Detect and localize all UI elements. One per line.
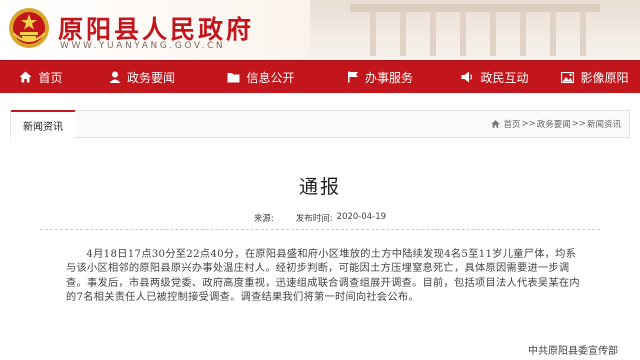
nav-item-label: 影像原阳 (580, 70, 629, 85)
site-header: 原阳县人民政府 WWW.YUANYANG.GOV.CN (0, 0, 640, 60)
section-bar: 新闻资讯 首页 >> 政务要闻 >> 新闻资讯 (10, 110, 630, 138)
nav-item-home[interactable]: 首页 (0, 61, 82, 93)
article-meta: 来源: 发布时间: 2020-04-19 (0, 212, 640, 226)
flag-icon (347, 71, 359, 83)
article-body: 4月18日17点30分至22点40分，在原阳县盛和府小区堆放的土方中陆续发现4名… (66, 249, 580, 303)
header-building-image (310, 0, 640, 60)
date-value: 2020-04-19 (336, 212, 387, 222)
folder-icon (227, 72, 240, 83)
nav-item-label: 政民互动 (480, 70, 529, 85)
breadcrumb-link-news[interactable]: 政务要闻 (537, 118, 571, 130)
source-label: 来源: (253, 214, 274, 224)
section-tab-news[interactable]: 新闻资讯 (11, 110, 75, 138)
nav-item-gallery[interactable]: 影像原阳 (550, 61, 640, 93)
breadcrumb-link-home[interactable]: 首页 (503, 118, 520, 130)
nav-item-label: 信息公开 (246, 70, 295, 85)
site-url: WWW.YUANYANG.GOV.CN (60, 41, 226, 51)
article-title: 通报 (298, 176, 341, 198)
breadcrumb-separator: >> (521, 119, 536, 129)
breadcrumb-link-current[interactable]: 新闻资讯 (587, 118, 621, 130)
breadcrumb: 首页 >> 政务要闻 >> 新闻资讯 (491, 111, 621, 137)
nav-item-label: 首页 (38, 70, 63, 85)
nav-item-label: 政务要闻 (126, 70, 175, 85)
image-icon (561, 71, 575, 83)
nav-item-services[interactable]: 办事服务 (320, 61, 440, 93)
breadcrumb-separator: >> (571, 119, 586, 129)
nav-item-interaction[interactable]: 政民互动 (440, 61, 550, 93)
home-icon (19, 71, 32, 83)
nav-item-label: 办事服务 (364, 70, 413, 85)
speaker-icon (461, 71, 474, 83)
nav-item-news[interactable]: 政务要闻 (82, 61, 202, 93)
home-icon (491, 120, 501, 128)
meta-divider (40, 229, 600, 230)
date-label: 发布时间: (295, 214, 333, 224)
nav-item-info[interactable]: 信息公开 (202, 61, 320, 93)
person-icon (109, 71, 121, 83)
article-signature: 中共原阳县委宣传部 (528, 346, 618, 357)
main-nav: 首页 政务要闻 信息公开 办事服务 政民互动 影像原阳 (0, 60, 640, 93)
national-emblem-icon (9, 8, 49, 48)
